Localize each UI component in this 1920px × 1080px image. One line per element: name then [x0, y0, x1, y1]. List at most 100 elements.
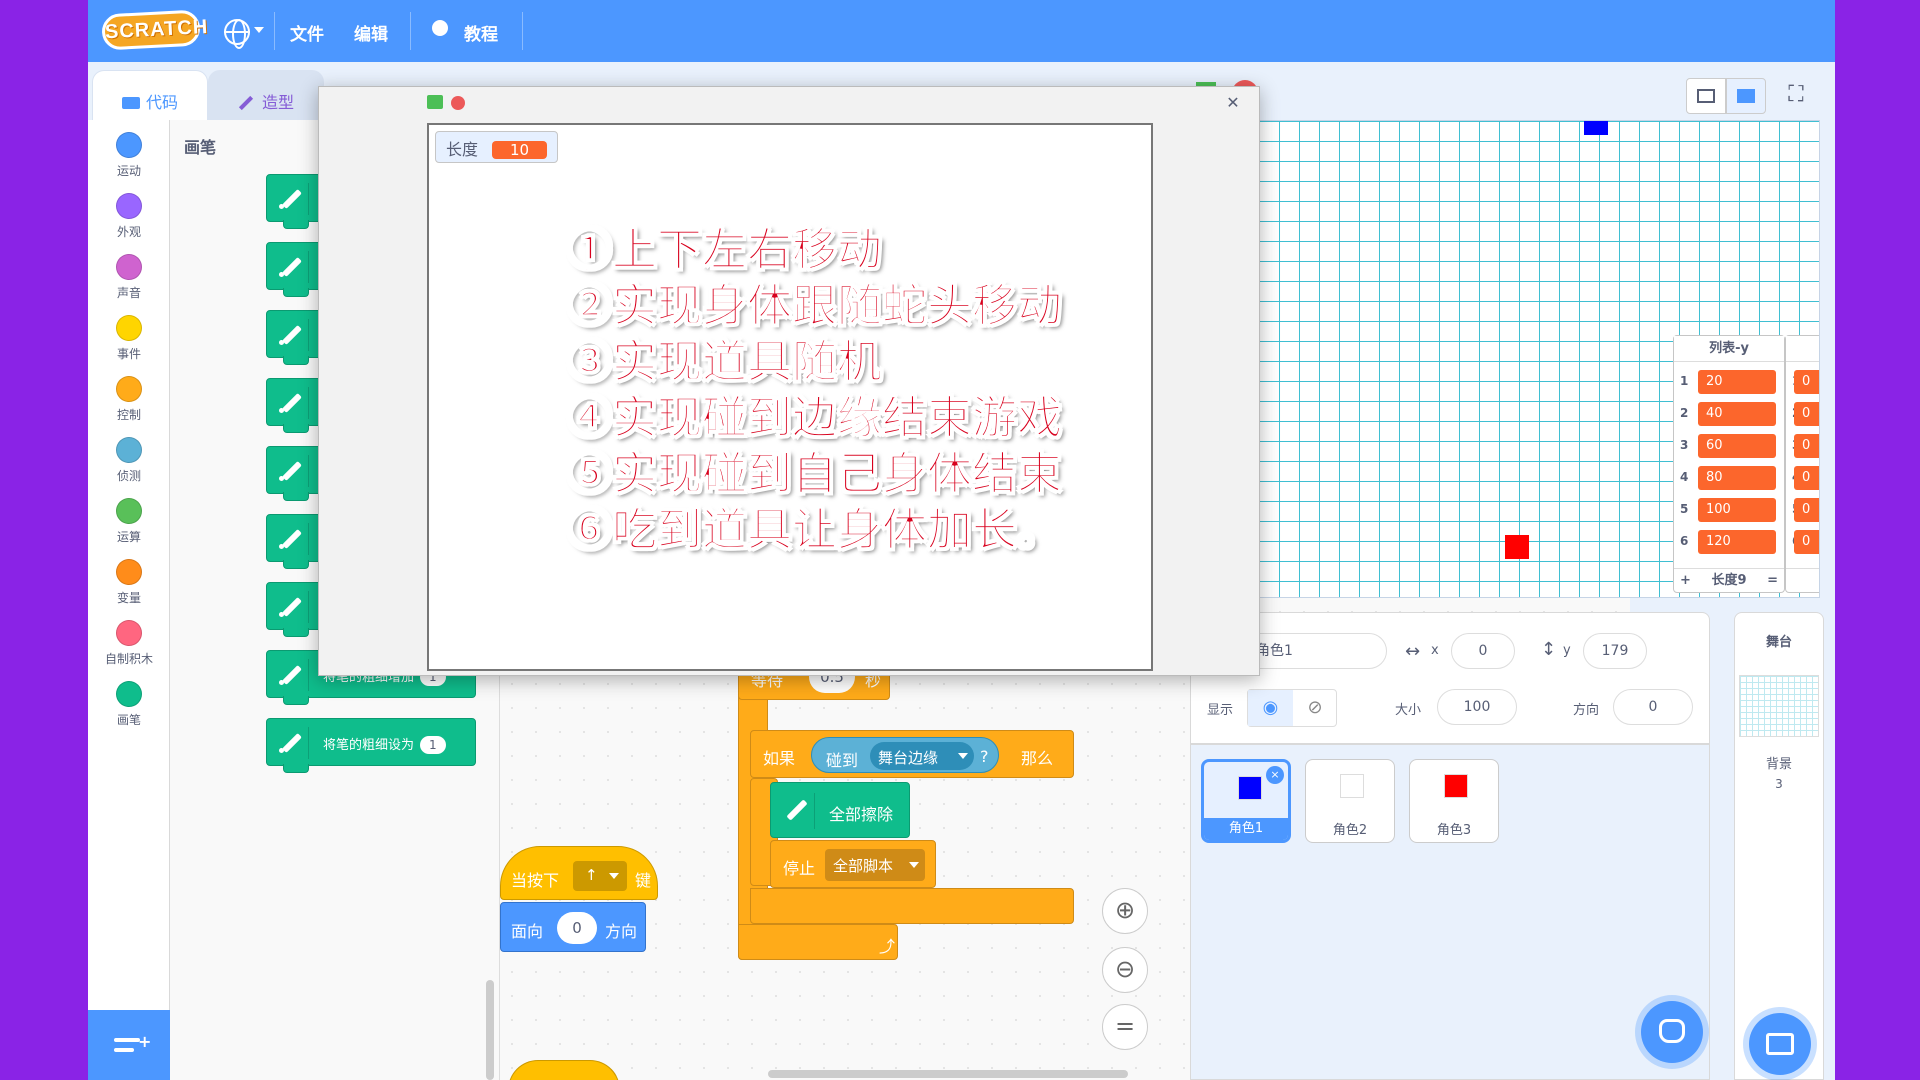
direction-input[interactable]: 0 [557, 912, 597, 944]
list-add-button[interactable]: + [1680, 569, 1691, 593]
add-extension-button[interactable]: + [88, 1010, 170, 1080]
category-dot-icon [116, 620, 142, 646]
category-label: 运动 [116, 164, 141, 178]
zoom-out-button[interactable]: ⊖ [1102, 947, 1148, 993]
category-3[interactable]: 事件 [88, 315, 170, 362]
category-label: 运算 [116, 530, 141, 544]
globe-icon[interactable] [224, 19, 250, 49]
menu-file[interactable]: 文件 [290, 20, 324, 45]
menu-tutorials[interactable]: 教程 [464, 20, 498, 45]
horizontal-scrollbar[interactable] [768, 1070, 1128, 1078]
list-item-value[interactable]: 60 [1698, 434, 1776, 458]
list-row: 4 80 [1674, 464, 1784, 492]
fullscreen-button[interactable]: ⛶ [1776, 78, 1816, 114]
category-6[interactable]: 运算 [88, 498, 170, 545]
key-dropdown[interactable]: ↑ [573, 861, 627, 891]
if-block[interactable]: 如果 碰到 舞台边缘 ? 那么 [750, 730, 1074, 778]
cat-icon [1659, 1019, 1685, 1043]
category-2[interactable]: 声音 [88, 254, 170, 301]
stage-selector-panel[interactable]: 舞台 背景 3 [1734, 612, 1824, 1080]
sprite-red-item[interactable] [1505, 535, 1529, 559]
delete-sprite-icon[interactable]: × [1266, 766, 1284, 784]
tab-costumes[interactable]: 造型 [208, 70, 324, 120]
y-input[interactable]: 179 [1583, 633, 1647, 669]
list-resize-handle[interactable]: = [1767, 569, 1778, 593]
palette-section-title: 画笔 [184, 138, 217, 157]
hat-block-partial[interactable] [508, 1060, 620, 1080]
touching-block[interactable]: 碰到 舞台边缘 ? [811, 737, 999, 773]
list-item-value[interactable]: 0 [1794, 530, 1819, 554]
rule-line: ⑥吃到道具让身体加长。 [566, 503, 1063, 557]
vertical-scrollbar[interactable] [486, 980, 494, 1080]
list-item-value[interactable]: 0 [1794, 498, 1819, 522]
clear-block[interactable]: 全部擦除 [770, 782, 910, 838]
menu-edit[interactable]: 编辑 [354, 20, 388, 45]
if-label: 如果 [763, 749, 796, 768]
small-stage-button[interactable] [1686, 78, 1726, 114]
show-eye-icon[interactable]: ◉ [1248, 690, 1293, 726]
stage-canvas[interactable]: 列表-y12024036048051006120+长度9= 列表-x102030… [1258, 120, 1820, 598]
thickness-input[interactable]: 1 [420, 736, 446, 754]
when-key-pressed-block[interactable]: 当按下 ↑ 键 [500, 846, 658, 900]
stop-option-dropdown[interactable]: 全部脚本 [825, 849, 925, 881]
monitor-label: 长度 [446, 140, 479, 159]
touching-target-dropdown[interactable]: 舞台边缘 [870, 742, 974, 770]
sprite-thumbnail[interactable]: 角色1 × [1201, 759, 1291, 843]
sprite-thumbnail[interactable]: 角色2 [1305, 759, 1395, 843]
tab-code[interactable]: 代码 [92, 70, 208, 120]
category-4[interactable]: 控制 [88, 376, 170, 423]
exit-fullscreen-icon[interactable]: ✕ [1223, 93, 1243, 113]
backdrop-thumbnail[interactable] [1739, 675, 1819, 737]
list-row: 60 [1786, 528, 1819, 556]
fullscreen-icon: ⛶ [1788, 82, 1804, 107]
popup-green-flag-icon[interactable] [427, 95, 443, 111]
x-input[interactable]: 0 [1451, 633, 1515, 669]
category-8[interactable]: 自制积木 [88, 620, 170, 667]
category-1[interactable]: 外观 [88, 193, 170, 240]
category-0[interactable]: 运动 [88, 132, 170, 179]
sprite-list: 角色1 × 角色2 角色3 [1190, 744, 1710, 1080]
list-item-value[interactable]: 0 [1794, 466, 1819, 490]
list-monitor-x: 列表-x 10 20 30 40 50 60 长度9= [1785, 335, 1819, 593]
category-dot-icon [116, 254, 142, 280]
sprite-name-input[interactable]: 角色1 [1241, 633, 1387, 669]
list-monitor-y: 列表-y 1 20 2 40 3 60 4 80 5 100 6 120 + 长度9 = [1673, 335, 1785, 593]
hide-eye-icon[interactable]: ⊘ [1293, 690, 1337, 726]
category-5[interactable]: 侦测 [88, 437, 170, 484]
size-label: 大小 [1395, 703, 1422, 718]
popup-stop-icon[interactable] [451, 96, 465, 110]
list-row: 6 120 [1674, 528, 1784, 556]
zoom-in-button[interactable]: ⊕ [1102, 888, 1148, 934]
category-dot-icon [116, 498, 142, 524]
choose-backdrop-button[interactable] [1749, 1013, 1811, 1075]
sprite-thumbnail[interactable]: 角色3 [1409, 759, 1499, 843]
sprite-blue-snake-head[interactable] [1584, 121, 1608, 135]
list-item-value[interactable]: 40 [1698, 402, 1776, 426]
direction-input[interactable]: 0 [1613, 689, 1693, 725]
list-item-value[interactable]: 120 [1698, 530, 1776, 554]
list-item-value[interactable]: 100 [1698, 498, 1776, 522]
list-footer: + 长度9 = [1674, 568, 1784, 592]
popup-stage[interactable]: 长度 10 ①上下左右移动 ②实现身体跟随蛇头移动 ③实现道具随机 ④实现碰到边缘结束游… [427, 123, 1153, 671]
extension-icon-line [114, 1048, 134, 1052]
list-item-value[interactable]: 0 [1794, 402, 1819, 426]
category-dot-icon [116, 681, 142, 707]
large-stage-button[interactable] [1726, 78, 1766, 114]
list-item-value[interactable]: 0 [1794, 370, 1819, 394]
touching-target-value: 舞台边缘 [878, 749, 939, 767]
size-input[interactable]: 100 [1437, 689, 1517, 725]
scratch-logo[interactable]: SCRATCH [101, 9, 209, 51]
list-row: 10 [1786, 368, 1819, 396]
stop-block[interactable]: 停止 全部脚本 [770, 840, 936, 888]
list-item-value[interactable]: 80 [1698, 466, 1776, 490]
zoom-reset-button[interactable]: = [1102, 1004, 1148, 1050]
point-direction-block[interactable]: 面向 0 方向 [500, 902, 646, 952]
list-item-value[interactable]: 20 [1698, 370, 1776, 394]
menu-bar: SCRATCH 文件 编辑 教程 [88, 0, 1835, 62]
category-9[interactable]: 画笔 [88, 681, 170, 728]
choose-sprite-button[interactable] [1641, 1001, 1703, 1063]
pen-icon [275, 591, 309, 623]
category-7[interactable]: 变量 [88, 559, 170, 606]
palette-block-8[interactable]: 将笔的粗细设为 1 [266, 718, 476, 773]
list-item-value[interactable]: 0 [1794, 434, 1819, 458]
